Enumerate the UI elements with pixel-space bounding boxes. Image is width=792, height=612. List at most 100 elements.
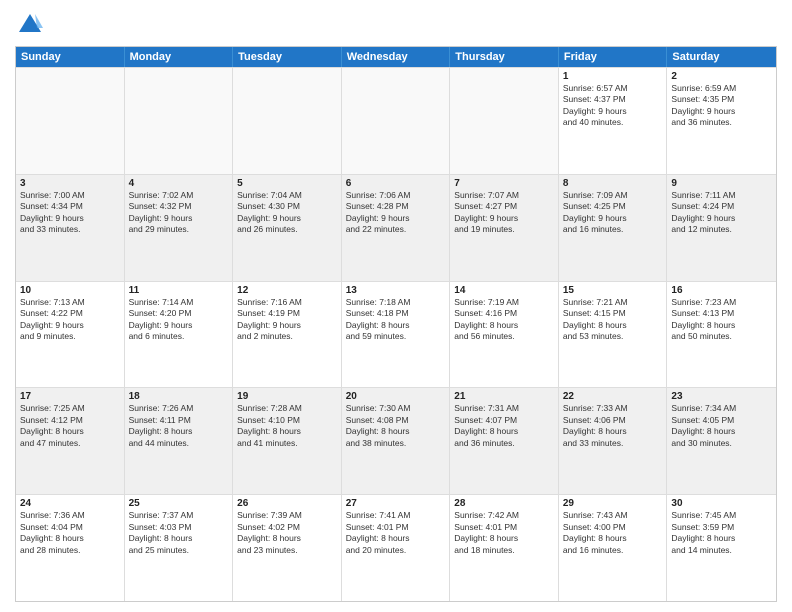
day-number: 17 — [20, 391, 120, 402]
day-cell-3: 3Sunrise: 7:00 AM Sunset: 4:34 PM Daylig… — [16, 175, 125, 281]
day-detail: Sunrise: 7:00 AM Sunset: 4:34 PM Dayligh… — [20, 190, 120, 236]
day-number: 26 — [237, 498, 337, 509]
day-number: 7 — [454, 178, 554, 189]
day-number: 27 — [346, 498, 446, 509]
header-sunday: Sunday — [16, 47, 125, 67]
logo — [15, 10, 49, 40]
header-wednesday: Wednesday — [342, 47, 451, 67]
day-detail: Sunrise: 7:28 AM Sunset: 4:10 PM Dayligh… — [237, 403, 337, 449]
day-cell-29: 29Sunrise: 7:43 AM Sunset: 4:00 PM Dayli… — [559, 495, 668, 601]
day-number: 6 — [346, 178, 446, 189]
day-detail: Sunrise: 7:37 AM Sunset: 4:03 PM Dayligh… — [129, 510, 229, 556]
week-row-2: 3Sunrise: 7:00 AM Sunset: 4:34 PM Daylig… — [16, 174, 776, 281]
day-cell-16: 16Sunrise: 7:23 AM Sunset: 4:13 PM Dayli… — [667, 282, 776, 388]
day-cell-15: 15Sunrise: 7:21 AM Sunset: 4:15 PM Dayli… — [559, 282, 668, 388]
week-row-5: 24Sunrise: 7:36 AM Sunset: 4:04 PM Dayli… — [16, 494, 776, 601]
day-detail: Sunrise: 7:25 AM Sunset: 4:12 PM Dayligh… — [20, 403, 120, 449]
day-detail: Sunrise: 7:30 AM Sunset: 4:08 PM Dayligh… — [346, 403, 446, 449]
day-detail: Sunrise: 7:45 AM Sunset: 3:59 PM Dayligh… — [671, 510, 772, 556]
day-cell-6: 6Sunrise: 7:06 AM Sunset: 4:28 PM Daylig… — [342, 175, 451, 281]
header-tuesday: Tuesday — [233, 47, 342, 67]
day-detail: Sunrise: 7:33 AM Sunset: 4:06 PM Dayligh… — [563, 403, 663, 449]
week-row-4: 17Sunrise: 7:25 AM Sunset: 4:12 PM Dayli… — [16, 387, 776, 494]
day-cell-17: 17Sunrise: 7:25 AM Sunset: 4:12 PM Dayli… — [16, 388, 125, 494]
day-number: 30 — [671, 498, 772, 509]
day-cell-22: 22Sunrise: 7:33 AM Sunset: 4:06 PM Dayli… — [559, 388, 668, 494]
day-detail: Sunrise: 7:42 AM Sunset: 4:01 PM Dayligh… — [454, 510, 554, 556]
empty-cell — [233, 68, 342, 174]
day-number: 23 — [671, 391, 772, 402]
day-number: 29 — [563, 498, 663, 509]
day-cell-30: 30Sunrise: 7:45 AM Sunset: 3:59 PM Dayli… — [667, 495, 776, 601]
day-number: 9 — [671, 178, 772, 189]
day-detail: Sunrise: 7:19 AM Sunset: 4:16 PM Dayligh… — [454, 297, 554, 343]
page-header — [15, 10, 777, 40]
day-detail: Sunrise: 7:23 AM Sunset: 4:13 PM Dayligh… — [671, 297, 772, 343]
day-detail: Sunrise: 7:31 AM Sunset: 4:07 PM Dayligh… — [454, 403, 554, 449]
day-detail: Sunrise: 7:36 AM Sunset: 4:04 PM Dayligh… — [20, 510, 120, 556]
day-detail: Sunrise: 7:11 AM Sunset: 4:24 PM Dayligh… — [671, 190, 772, 236]
day-number: 4 — [129, 178, 229, 189]
day-number: 18 — [129, 391, 229, 402]
day-detail: Sunrise: 7:02 AM Sunset: 4:32 PM Dayligh… — [129, 190, 229, 236]
day-number: 2 — [671, 71, 772, 82]
day-number: 24 — [20, 498, 120, 509]
day-cell-7: 7Sunrise: 7:07 AM Sunset: 4:27 PM Daylig… — [450, 175, 559, 281]
day-detail: Sunrise: 7:06 AM Sunset: 4:28 PM Dayligh… — [346, 190, 446, 236]
day-detail: Sunrise: 7:34 AM Sunset: 4:05 PM Dayligh… — [671, 403, 772, 449]
day-detail: Sunrise: 7:41 AM Sunset: 4:01 PM Dayligh… — [346, 510, 446, 556]
day-detail: Sunrise: 7:18 AM Sunset: 4:18 PM Dayligh… — [346, 297, 446, 343]
empty-cell — [16, 68, 125, 174]
calendar-header: SundayMondayTuesdayWednesdayThursdayFrid… — [16, 47, 776, 67]
day-cell-23: 23Sunrise: 7:34 AM Sunset: 4:05 PM Dayli… — [667, 388, 776, 494]
day-number: 12 — [237, 285, 337, 296]
day-cell-20: 20Sunrise: 7:30 AM Sunset: 4:08 PM Dayli… — [342, 388, 451, 494]
day-detail: Sunrise: 7:39 AM Sunset: 4:02 PM Dayligh… — [237, 510, 337, 556]
day-number: 5 — [237, 178, 337, 189]
day-detail: Sunrise: 7:26 AM Sunset: 4:11 PM Dayligh… — [129, 403, 229, 449]
day-number: 15 — [563, 285, 663, 296]
day-cell-26: 26Sunrise: 7:39 AM Sunset: 4:02 PM Dayli… — [233, 495, 342, 601]
day-cell-14: 14Sunrise: 7:19 AM Sunset: 4:16 PM Dayli… — [450, 282, 559, 388]
header-friday: Friday — [559, 47, 668, 67]
day-number: 11 — [129, 285, 229, 296]
day-detail: Sunrise: 7:09 AM Sunset: 4:25 PM Dayligh… — [563, 190, 663, 236]
day-cell-25: 25Sunrise: 7:37 AM Sunset: 4:03 PM Dayli… — [125, 495, 234, 601]
day-detail: Sunrise: 7:16 AM Sunset: 4:19 PM Dayligh… — [237, 297, 337, 343]
day-number: 21 — [454, 391, 554, 402]
day-cell-28: 28Sunrise: 7:42 AM Sunset: 4:01 PM Dayli… — [450, 495, 559, 601]
day-detail: Sunrise: 7:13 AM Sunset: 4:22 PM Dayligh… — [20, 297, 120, 343]
day-cell-13: 13Sunrise: 7:18 AM Sunset: 4:18 PM Dayli… — [342, 282, 451, 388]
logo-icon — [15, 10, 45, 40]
day-cell-9: 9Sunrise: 7:11 AM Sunset: 4:24 PM Daylig… — [667, 175, 776, 281]
empty-cell — [342, 68, 451, 174]
day-cell-5: 5Sunrise: 7:04 AM Sunset: 4:30 PM Daylig… — [233, 175, 342, 281]
day-number: 1 — [563, 71, 663, 82]
week-row-3: 10Sunrise: 7:13 AM Sunset: 4:22 PM Dayli… — [16, 281, 776, 388]
day-number: 19 — [237, 391, 337, 402]
day-detail: Sunrise: 6:57 AM Sunset: 4:37 PM Dayligh… — [563, 83, 663, 129]
day-cell-10: 10Sunrise: 7:13 AM Sunset: 4:22 PM Dayli… — [16, 282, 125, 388]
day-cell-8: 8Sunrise: 7:09 AM Sunset: 4:25 PM Daylig… — [559, 175, 668, 281]
day-cell-18: 18Sunrise: 7:26 AM Sunset: 4:11 PM Dayli… — [125, 388, 234, 494]
day-detail: Sunrise: 7:04 AM Sunset: 4:30 PM Dayligh… — [237, 190, 337, 236]
header-saturday: Saturday — [667, 47, 776, 67]
day-cell-24: 24Sunrise: 7:36 AM Sunset: 4:04 PM Dayli… — [16, 495, 125, 601]
day-number: 13 — [346, 285, 446, 296]
day-cell-12: 12Sunrise: 7:16 AM Sunset: 4:19 PM Dayli… — [233, 282, 342, 388]
day-detail: Sunrise: 7:43 AM Sunset: 4:00 PM Dayligh… — [563, 510, 663, 556]
calendar-body: 1Sunrise: 6:57 AM Sunset: 4:37 PM Daylig… — [16, 67, 776, 601]
day-number: 28 — [454, 498, 554, 509]
empty-cell — [450, 68, 559, 174]
day-cell-21: 21Sunrise: 7:31 AM Sunset: 4:07 PM Dayli… — [450, 388, 559, 494]
day-cell-2: 2Sunrise: 6:59 AM Sunset: 4:35 PM Daylig… — [667, 68, 776, 174]
day-cell-27: 27Sunrise: 7:41 AM Sunset: 4:01 PM Dayli… — [342, 495, 451, 601]
day-detail: Sunrise: 6:59 AM Sunset: 4:35 PM Dayligh… — [671, 83, 772, 129]
day-cell-4: 4Sunrise: 7:02 AM Sunset: 4:32 PM Daylig… — [125, 175, 234, 281]
day-cell-1: 1Sunrise: 6:57 AM Sunset: 4:37 PM Daylig… — [559, 68, 668, 174]
day-detail: Sunrise: 7:21 AM Sunset: 4:15 PM Dayligh… — [563, 297, 663, 343]
day-cell-11: 11Sunrise: 7:14 AM Sunset: 4:20 PM Dayli… — [125, 282, 234, 388]
day-number: 20 — [346, 391, 446, 402]
day-number: 10 — [20, 285, 120, 296]
day-cell-19: 19Sunrise: 7:28 AM Sunset: 4:10 PM Dayli… — [233, 388, 342, 494]
